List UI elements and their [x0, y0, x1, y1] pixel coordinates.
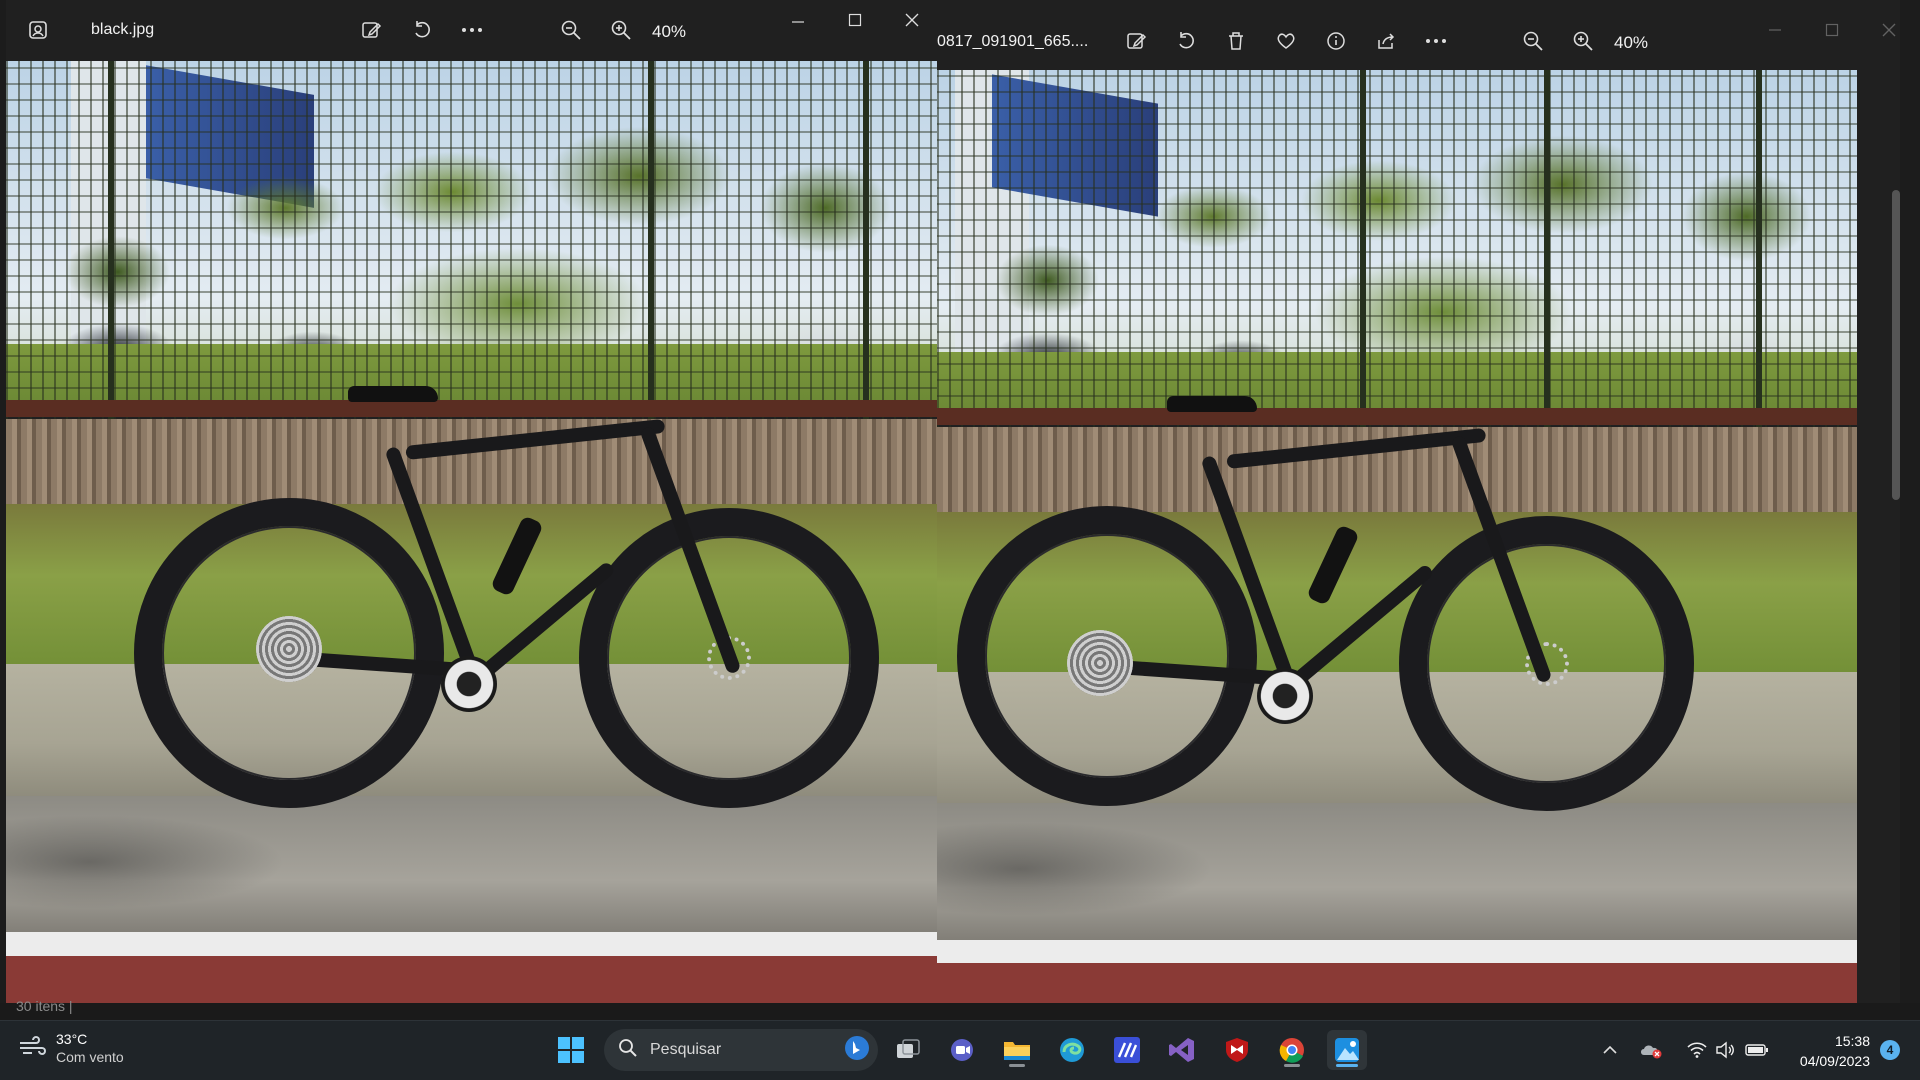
weather-widget[interactable]: 33°C Com vento	[18, 1030, 124, 1066]
zoom-in-icon[interactable]	[1565, 23, 1601, 59]
visual-studio-icon[interactable]	[1162, 1030, 1202, 1070]
minimize-icon[interactable]	[1757, 12, 1793, 48]
chainring	[441, 656, 497, 712]
zoom-out-icon[interactable]	[553, 12, 589, 48]
clock-time: 15:38	[1834, 1033, 1870, 1049]
maximize-icon[interactable]	[837, 2, 873, 38]
zoom-level: 40%	[652, 22, 687, 41]
bing-icon	[844, 1035, 870, 1066]
running-indicator	[1336, 1064, 1358, 1067]
more-options-icon[interactable]	[1418, 23, 1454, 59]
search-icon	[618, 1038, 638, 1063]
weather-temp: 33°C	[56, 1031, 88, 1047]
window-title: black.jpg	[91, 21, 155, 38]
zoom-level: 40%	[1614, 33, 1649, 52]
maximize-icon[interactable]	[1814, 12, 1850, 48]
scrollbar[interactable]	[1892, 190, 1900, 500]
edge-icon[interactable]	[1052, 1030, 1092, 1070]
water-bottle	[490, 515, 544, 597]
rotate-icon[interactable]	[1168, 23, 1204, 59]
title-bar[interactable]: 0817_091901_665.... 40%	[937, 0, 1900, 60]
search-placeholder: Pesquisar	[650, 1041, 722, 1058]
explorer-status-bar	[0, 1003, 1920, 1020]
info-icon[interactable]	[1318, 23, 1354, 59]
rear-cassette	[256, 616, 322, 682]
taskbar-clock[interactable]: 15:38 04/09/2023	[1800, 1031, 1870, 1071]
wifi-icon[interactable]	[1684, 1030, 1710, 1070]
share-icon[interactable]	[1368, 23, 1404, 59]
volume-icon[interactable]	[1713, 1030, 1739, 1070]
teams-icon[interactable]	[942, 1030, 982, 1070]
photo-canvas[interactable]	[937, 70, 1857, 1010]
notification-badge[interactable]: 4	[1880, 1040, 1900, 1060]
clock-date: 04/09/2023	[1799, 1053, 1870, 1069]
photos-window-right: 0817_091901_665.... 40%	[937, 0, 1900, 1010]
close-icon[interactable]	[1871, 12, 1907, 48]
wind-icon	[18, 1034, 48, 1063]
task-view-icon[interactable]	[888, 1030, 928, 1070]
more-options-icon[interactable]	[454, 12, 490, 48]
taskbar-search-box[interactable]: Pesquisar	[604, 1029, 878, 1071]
trash-icon[interactable]	[1218, 23, 1254, 59]
photos-window-left: black.jpg 40%	[6, 0, 937, 1003]
zoom-in-icon[interactable]	[603, 12, 639, 48]
photo-bicycle	[937, 70, 1857, 1010]
title-bar[interactable]: black.jpg 40%	[6, 0, 937, 60]
mcafee-icon[interactable]	[1217, 1030, 1257, 1070]
saddle	[1167, 396, 1257, 412]
photos-icon[interactable]	[1327, 1030, 1367, 1070]
onedrive-error-icon[interactable]	[1638, 1030, 1664, 1070]
saddle	[348, 386, 438, 402]
file-explorer-icon[interactable]	[997, 1030, 1037, 1070]
rotate-icon[interactable]	[404, 12, 440, 48]
battery-icon[interactable]	[1744, 1030, 1770, 1070]
windows-start-icon[interactable]	[551, 1030, 591, 1070]
running-indicator	[1284, 1064, 1300, 1067]
edit-image-icon[interactable]	[1118, 23, 1154, 59]
close-icon[interactable]	[894, 2, 930, 38]
chrome-icon[interactable]	[1272, 1030, 1312, 1070]
zoom-out-icon[interactable]	[1515, 23, 1551, 59]
frame-top-tube	[405, 418, 666, 460]
frame-top-tube	[1226, 427, 1487, 469]
photo-canvas[interactable]	[6, 61, 937, 1003]
chevron-up-icon[interactable]	[1598, 1030, 1622, 1070]
chainring	[1257, 668, 1313, 724]
visual-studio-code-icon[interactable]	[1107, 1030, 1147, 1070]
water-bottle	[1306, 524, 1360, 606]
heart-icon[interactable]	[1268, 23, 1304, 59]
weather-condition: Com vento	[56, 1049, 124, 1065]
item-count: 30 itens |	[16, 998, 73, 1014]
window-title: 0817_091901_665....	[937, 33, 1089, 50]
rear-cassette	[1067, 630, 1133, 696]
edit-image-icon[interactable]	[353, 12, 389, 48]
minimize-icon[interactable]	[780, 4, 816, 40]
photos-app-icon	[20, 12, 56, 48]
photo-bicycle	[6, 61, 937, 1003]
running-indicator	[1009, 1064, 1025, 1067]
